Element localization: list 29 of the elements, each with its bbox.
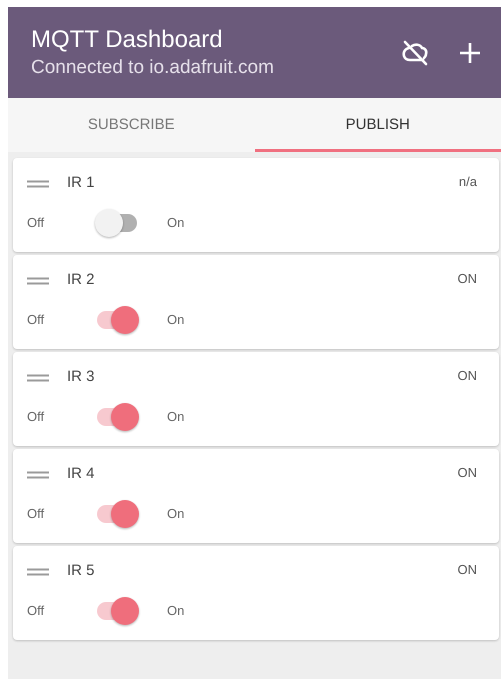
drag-handle-icon[interactable] — [27, 374, 49, 382]
on-label: On — [167, 214, 184, 232]
app-title: MQTT Dashboard — [31, 24, 224, 54]
switch-name: IR 2 — [67, 270, 96, 290]
connection-status: Connected to io.adafruit.com — [31, 56, 275, 80]
drag-handle-icon[interactable] — [27, 277, 49, 285]
tab[interactable]: PUBLISH — [254, 98, 501, 152]
on-label: On — [167, 310, 184, 329]
off-label: Off — [27, 408, 46, 426]
off-label: Off — [27, 214, 46, 232]
switch-status: ON — [458, 464, 477, 482]
on-label: On — [167, 602, 184, 620]
switch-name: IR 3 — [67, 367, 96, 387]
switch-status: n/a — [458, 173, 477, 191]
on-label: On — [167, 408, 184, 426]
switch-name: IR 1 — [67, 173, 96, 193]
drag-handle-icon[interactable] — [27, 180, 49, 188]
drag-handle-icon[interactable] — [27, 471, 49, 479]
switch-name: IR 4 — [67, 464, 96, 484]
drag-handle-icon[interactable] — [27, 568, 49, 576]
off-label: Off — [27, 602, 46, 620]
off-label: Off — [27, 504, 46, 523]
switch-status: ON — [458, 561, 477, 579]
tab[interactable]: SUBSCRIBE — [8, 98, 254, 152]
switch-status: ON — [458, 270, 477, 288]
switch-status: ON — [458, 367, 477, 385]
switch-name: IR 5 — [67, 561, 96, 581]
off-label: Off — [27, 310, 46, 329]
on-label: On — [167, 504, 184, 523]
